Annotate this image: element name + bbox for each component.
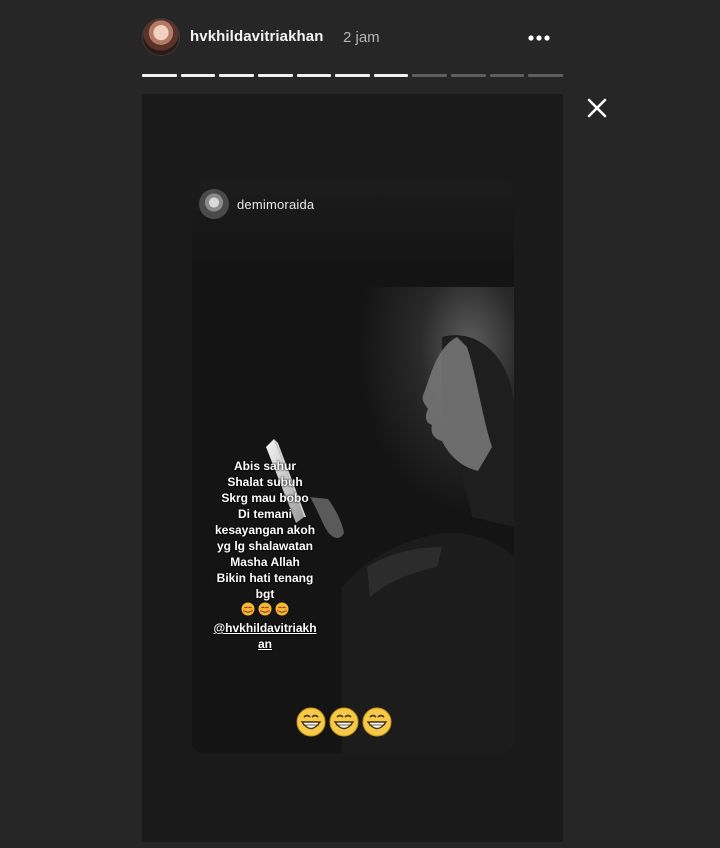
progress-segment xyxy=(296,74,332,77)
caption-line: Shalat subuh xyxy=(227,475,303,489)
progress-segment xyxy=(373,74,409,77)
story-viewer: hvkhildavitriakhan 2 jam demimoraida Abi… xyxy=(0,0,720,848)
mention-link[interactable]: @hvkhildavitriakh an xyxy=(192,620,338,652)
blushing-face-emoji-icon xyxy=(241,602,289,616)
progress-segment xyxy=(489,74,525,77)
caption-line: bgt xyxy=(255,587,275,601)
mention-line: an xyxy=(257,637,272,651)
story-caption: Abis sahur Shalat subuh Skrg mau bobo Di… xyxy=(192,458,338,652)
caption-line: Abis sahur xyxy=(233,459,296,473)
progress-segment xyxy=(335,74,370,77)
card-header-background xyxy=(192,181,514,267)
more-options-button[interactable] xyxy=(522,28,556,48)
progress-segment xyxy=(219,74,254,77)
story-username[interactable]: hvkhildavitriakhan xyxy=(190,28,324,45)
progress-segment xyxy=(180,74,216,77)
avatar[interactable] xyxy=(142,18,180,56)
reshared-user-avatar[interactable] xyxy=(199,189,229,219)
caption-emoji-row xyxy=(192,602,338,620)
progress-segment xyxy=(412,74,448,77)
caption-line: Bikin hati tenang xyxy=(216,571,314,585)
close-icon xyxy=(587,98,607,118)
caption-line: Di temani xyxy=(237,507,292,521)
close-button[interactable] xyxy=(584,95,610,121)
caption-line: kesayangan akoh xyxy=(214,523,316,537)
progress-segment xyxy=(257,74,293,77)
caption-line: Skrg mau bobo xyxy=(221,491,309,505)
grinning-face-emoji-icon xyxy=(296,707,392,737)
caption-line: yg lg shalawatan xyxy=(216,539,314,553)
story-progress-bar xyxy=(142,74,564,78)
progress-segment xyxy=(528,74,564,77)
story-time: 2 jam xyxy=(343,29,380,46)
progress-segment xyxy=(142,74,177,77)
progress-segment xyxy=(451,74,486,77)
story-content[interactable]: demimoraida Abis sahur Shalat subuh Skrg… xyxy=(142,94,563,842)
reshared-username[interactable]: demimoraida xyxy=(237,197,314,212)
mention-line: @hvkhildavitriakh xyxy=(213,621,317,635)
caption-line: Masha Allah xyxy=(230,555,300,569)
reshared-story-card[interactable]: demimoraida Abis sahur Shalat subuh Skrg… xyxy=(192,181,514,753)
more-horizontal-icon xyxy=(528,35,550,41)
